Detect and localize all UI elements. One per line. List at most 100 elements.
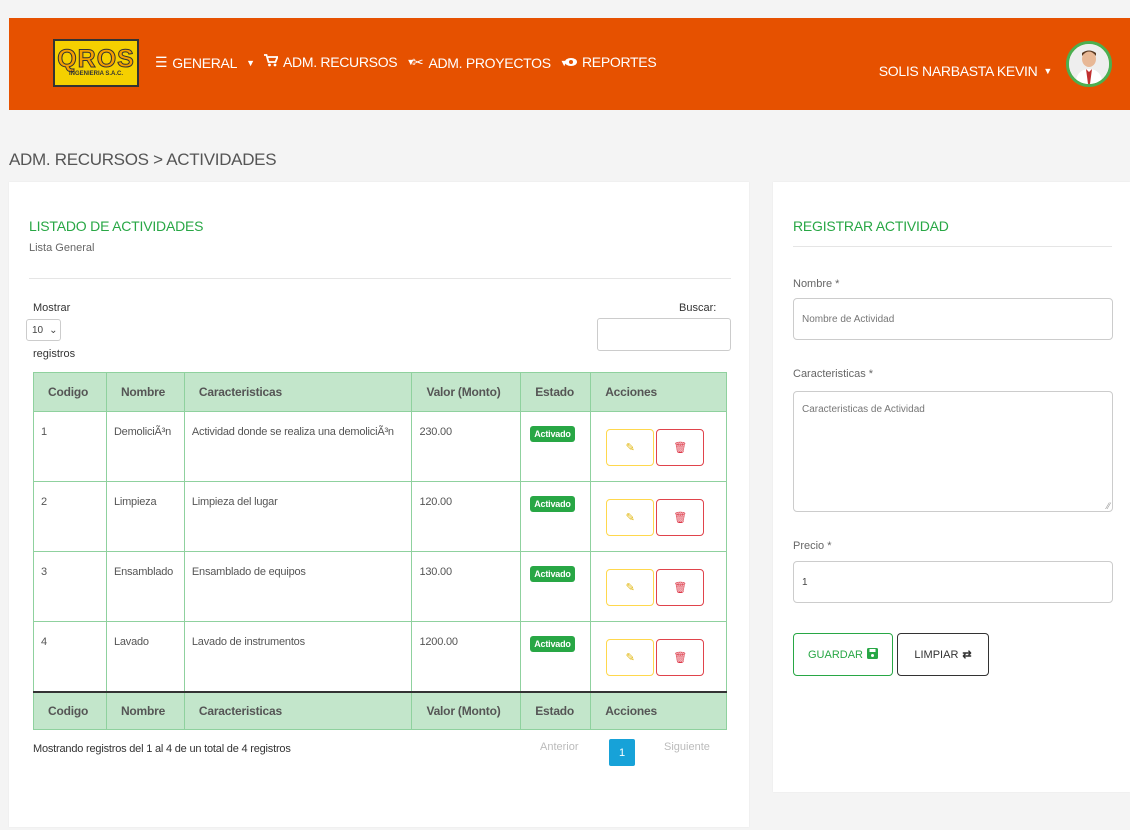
cell-caracteristicas: Ensamblado de equipos	[183, 551, 413, 622]
table-row: 2 Limpieza Limpieza del lugar 120.00 Act…	[33, 481, 727, 552]
cell-acciones: ✎ 🗑	[590, 411, 727, 482]
trash-icon: 🗑	[673, 442, 688, 454]
nav-general[interactable]: ☰ GENERAL ▼	[155, 54, 255, 71]
cell-estado: Activado	[520, 411, 592, 482]
logo-text: QROS	[57, 45, 135, 73]
col-caracteristicas[interactable]: Caracteristicas	[183, 372, 413, 412]
delete-button[interactable]: 🗑	[656, 429, 705, 466]
search-input[interactable]	[597, 318, 731, 351]
edit-button[interactable]: ✎	[606, 429, 655, 466]
cell-caracteristicas: Actividad donde se realiza una demoliciÃ…	[183, 411, 413, 482]
delete-button[interactable]: 🗑	[656, 569, 705, 606]
pagination-next[interactable]: Siguiente	[664, 741, 710, 753]
status-badge: Activado	[530, 496, 575, 512]
top-navbar: QROS INGENIERIA S.A.C. ☰ GENERAL ▼ ADM. …	[9, 18, 1130, 110]
col-codigo[interactable]: Codigo	[33, 372, 107, 412]
user-name: SOLIS NARBASTA KEVIN	[878, 63, 1038, 79]
footer-col-valor: Valor (Monto)	[411, 691, 522, 730]
cell-nombre: Ensamblado	[105, 551, 185, 622]
cell-valor: 120.00	[411, 481, 522, 552]
caret-down-icon: ▼	[1043, 66, 1052, 76]
col-nombre[interactable]: Nombre	[105, 372, 185, 412]
list-title: LISTADO DE ACTIVIDADES	[29, 218, 204, 234]
edit-icon: ✎	[625, 512, 635, 524]
edit-icon: ✎	[625, 582, 635, 594]
cell-valor: 1200.00	[411, 621, 522, 693]
footer-col-acciones: Acciones	[590, 691, 727, 730]
cell-valor: 230.00	[411, 411, 522, 482]
edit-icon: ✎	[625, 652, 635, 664]
nav-general-label: GENERAL	[172, 54, 238, 71]
save-label: GUARDAR	[807, 648, 863, 661]
clear-label: LIMPIAR	[914, 648, 959, 661]
col-valor[interactable]: Valor (Monto)	[411, 372, 522, 412]
nombre-label: Nombre *	[793, 278, 840, 290]
nombre-field[interactable]: Nombre de Actividad	[793, 298, 1113, 340]
save-button[interactable]: GUARDAR	[793, 633, 893, 676]
page-size-value: 10	[32, 324, 44, 336]
delete-button[interactable]: 🗑	[656, 499, 705, 536]
table-row: 3 Ensamblado Ensamblado de equipos 130.0…	[33, 551, 727, 622]
col-acciones[interactable]: Acciones	[590, 372, 727, 412]
table-row: 4 Lavado Lavado de instrumentos 1200.00 …	[33, 621, 727, 693]
trash-icon: 🗑	[673, 582, 688, 594]
user-menu[interactable]: SOLIS NARBASTA KEVIN ▼	[878, 63, 1053, 79]
refresh-icon: ⇄	[962, 649, 972, 661]
cell-nombre: Lavado	[105, 621, 185, 693]
footer-col-codigo: Codigo	[33, 691, 107, 730]
cell-estado: Activado	[520, 481, 592, 552]
cart-icon	[264, 54, 279, 70]
cell-acciones: ✎ 🗑	[590, 551, 727, 622]
divider	[793, 246, 1112, 247]
caracteristicas-placeholder: Caracteristicas de Actividad	[802, 404, 925, 415]
pagination-page-1[interactable]: 1	[609, 739, 635, 766]
company-logo[interactable]: QROS INGENIERIA S.A.C.	[53, 39, 139, 87]
cell-codigo: 1	[33, 411, 107, 482]
trash-icon: 🗑	[673, 652, 688, 664]
list-icon: ☰	[155, 54, 168, 70]
chevron-down-icon: ⌄	[49, 324, 58, 336]
clear-button[interactable]: LIMPIAR ⇄	[897, 633, 989, 676]
nav-reportes-label: REPORTES	[582, 54, 657, 70]
delete-button[interactable]: 🗑	[656, 639, 705, 676]
table-footer-row: Codigo Nombre Caracteristicas Valor (Mon…	[33, 691, 727, 730]
cell-codigo: 2	[33, 481, 107, 552]
cell-codigo: 3	[33, 551, 107, 622]
edit-button[interactable]: ✎	[606, 569, 655, 606]
status-badge: Activado	[530, 426, 575, 442]
col-estado[interactable]: Estado	[520, 372, 592, 412]
nav-recursos[interactable]: ADM. RECURSOS ▼	[264, 54, 415, 70]
cell-nombre: DemoliciÃ³n	[105, 411, 185, 482]
precio-value: 1	[802, 577, 808, 588]
cell-nombre: Limpieza	[105, 481, 185, 552]
precio-field[interactable]: 1	[793, 561, 1113, 603]
activities-table: Codigo Nombre Caracteristicas Valor (Mon…	[33, 372, 727, 730]
trash-icon: 🗑	[673, 512, 688, 524]
nav-reportes[interactable]: REPORTES	[565, 54, 657, 70]
caracteristicas-textarea[interactable]: Caracteristicas de Actividad ⁄⁄	[793, 391, 1113, 512]
nombre-placeholder: Nombre de Actividad	[802, 314, 895, 325]
cell-estado: Activado	[520, 551, 592, 622]
nav-recursos-label: ADM. RECURSOS	[283, 54, 398, 70]
eye-icon	[565, 54, 577, 70]
edit-button[interactable]: ✎	[606, 639, 655, 676]
footer-col-nombre: Nombre	[105, 691, 185, 730]
cell-caracteristicas: Lavado de instrumentos	[183, 621, 413, 693]
breadcrumb: ADM. RECURSOS > ACTIVIDADES	[9, 150, 277, 169]
page-size-select[interactable]: 10 ⌄	[26, 319, 61, 341]
nav-proyectos-label: ADM. PROYECTOS	[428, 54, 551, 71]
cell-caracteristicas: Limpieza del lugar	[183, 481, 413, 552]
avatar[interactable]	[1066, 41, 1112, 87]
table-row: 1 DemoliciÃ³n Actividad donde se realiza…	[33, 411, 727, 482]
cell-valor: 130.00	[411, 551, 522, 622]
caracteristicas-label: Caracteristicas *	[793, 368, 874, 380]
caret-down-icon: ▼	[246, 57, 255, 68]
table-info: Mostrando registros del 1 al 4 de un tot…	[33, 743, 291, 755]
pagination-prev[interactable]: Anterior	[540, 741, 579, 753]
edit-button[interactable]: ✎	[606, 499, 655, 536]
status-badge: Activado	[530, 636, 575, 652]
cell-estado: Activado	[520, 621, 592, 693]
nav-proyectos[interactable]: ✂ ADM. PROYECTOS ▼	[412, 54, 569, 71]
resize-handle-icon[interactable]: ⁄⁄	[1107, 501, 1110, 511]
footer-col-estado: Estado	[520, 691, 592, 730]
